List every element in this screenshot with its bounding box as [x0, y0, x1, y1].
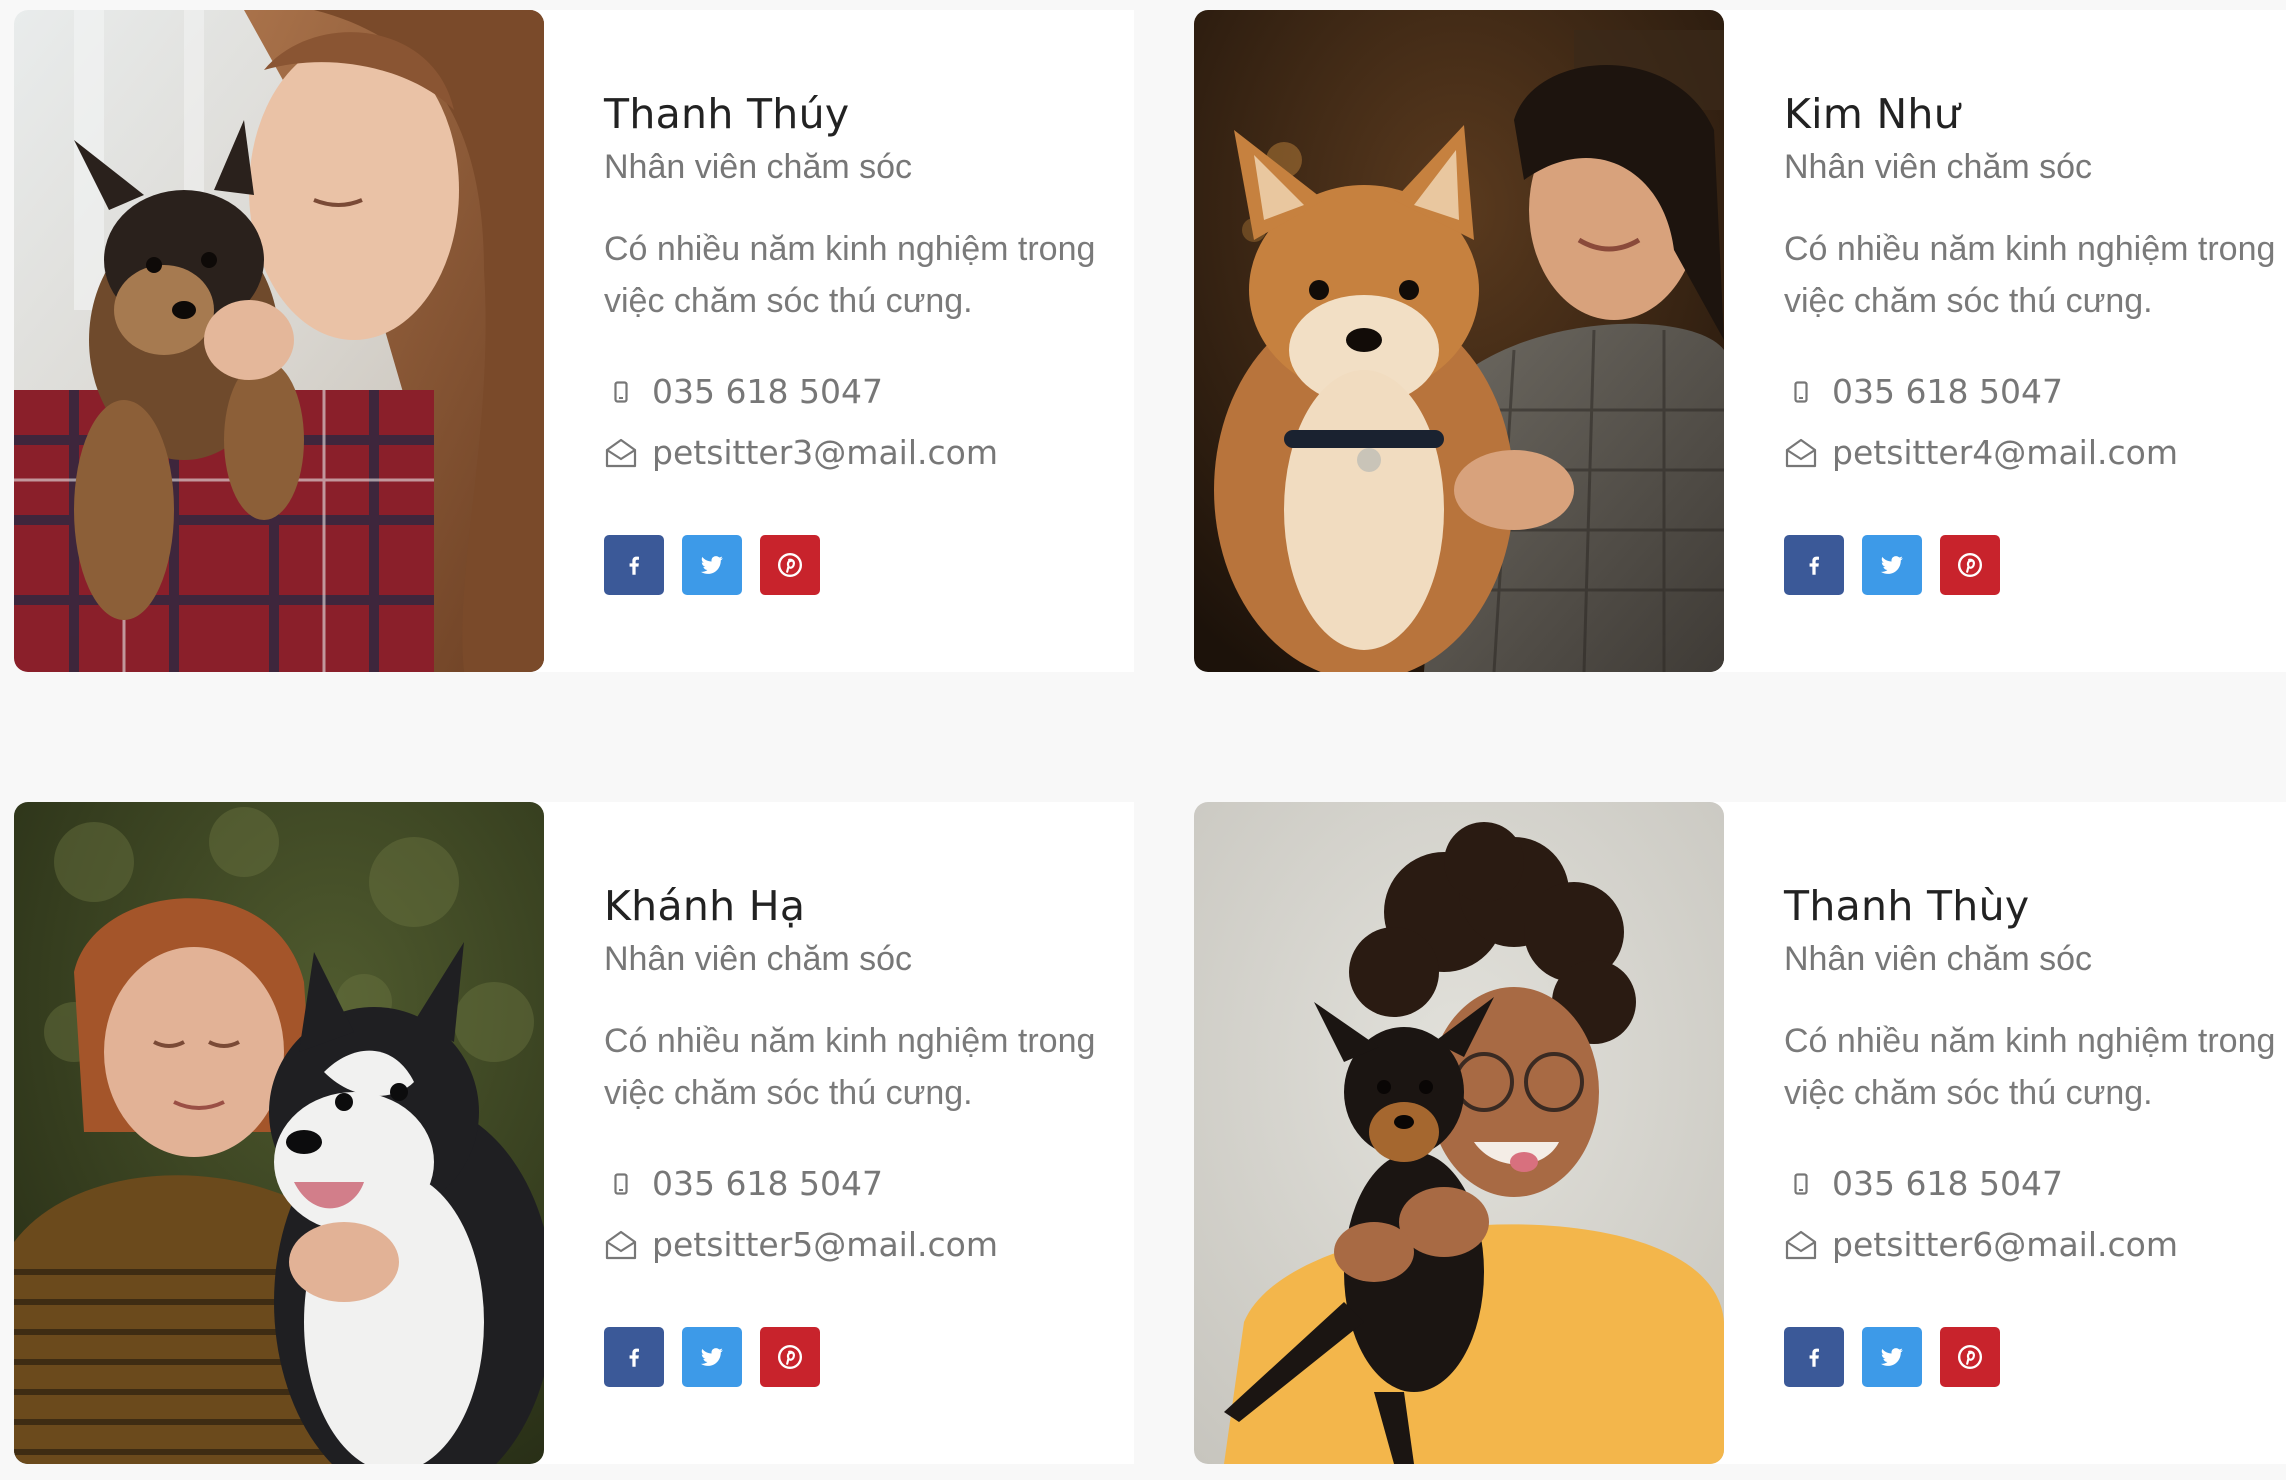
- member-email[interactable]: petsitter5@mail.com: [652, 1225, 998, 1264]
- member-photo: [14, 802, 544, 1464]
- pinterest-button[interactable]: [760, 535, 820, 595]
- open-envelope-icon: [604, 1228, 638, 1262]
- member-description: Có nhiều năm kinh nghiệm trong việc chăm…: [1784, 230, 2276, 320]
- member-email-row: petsitter6@mail.com: [1784, 1225, 2178, 1264]
- member-email-row: petsitter4@mail.com: [1784, 433, 2178, 472]
- twitter-icon: [700, 1348, 723, 1366]
- twitter-button[interactable]: [1862, 535, 1922, 595]
- team-member-card: Khánh Hạ Nhân viên chăm sóc Có nhiều năm…: [14, 802, 1134, 1464]
- twitter-icon: [700, 556, 723, 574]
- twitter-button[interactable]: [682, 535, 742, 595]
- pinterest-button[interactable]: [1940, 1327, 2000, 1387]
- twitter-button[interactable]: [1862, 1327, 1922, 1387]
- member-email-row: petsitter5@mail.com: [604, 1225, 998, 1264]
- mobile-phone-icon: [1784, 1167, 1818, 1201]
- team-member-card: Thanh Thúy Nhân viên chăm sóc Có nhiều n…: [14, 10, 1134, 672]
- member-email[interactable]: petsitter3@mail.com: [652, 433, 998, 472]
- member-name: Thanh Thùy: [1784, 882, 2030, 930]
- member-role: Nhân viên chăm sóc: [604, 148, 913, 186]
- member-description: Có nhiều năm kinh nghiệm trong việc chăm…: [604, 1022, 1096, 1112]
- member-role: Nhân viên chăm sóc: [1784, 940, 2093, 978]
- member-phone-row: 035 618 5047: [1784, 372, 2063, 411]
- pinterest-icon: [1957, 552, 1983, 578]
- twitter-icon: [1880, 556, 1903, 574]
- pinterest-icon: [777, 552, 803, 578]
- facebook-button[interactable]: [604, 535, 664, 595]
- member-phone-row: 035 618 5047: [604, 372, 883, 411]
- open-envelope-icon: [1784, 1228, 1818, 1262]
- mobile-phone-icon: [604, 375, 638, 409]
- mobile-phone-icon: [1784, 375, 1818, 409]
- member-phone-row: 035 618 5047: [604, 1164, 883, 1203]
- team-member-card: Thanh Thùy Nhân viên chăm sóc Có nhiều n…: [1194, 802, 2286, 1464]
- facebook-icon: [1809, 556, 1819, 575]
- pinterest-button[interactable]: [1940, 535, 2000, 595]
- member-name: Kim Như: [1784, 90, 1960, 138]
- member-name: Thanh Thúy: [604, 90, 850, 138]
- member-email[interactable]: petsitter6@mail.com: [1832, 1225, 2178, 1264]
- member-role: Nhân viên chăm sóc: [1784, 148, 2093, 186]
- member-photo: [1194, 10, 1724, 672]
- member-phone[interactable]: 035 618 5047: [652, 1164, 883, 1203]
- social-links: [1784, 1327, 2000, 1387]
- open-envelope-icon: [604, 436, 638, 470]
- pinterest-button[interactable]: [760, 1327, 820, 1387]
- member-phone-row: 035 618 5047: [1784, 1164, 2063, 1203]
- member-email[interactable]: petsitter4@mail.com: [1832, 433, 2178, 472]
- social-links: [1784, 535, 2000, 595]
- member-phone[interactable]: 035 618 5047: [1832, 1164, 2063, 1203]
- member-description: Có nhiều năm kinh nghiệm trong việc chăm…: [604, 230, 1096, 320]
- member-description: Có nhiều năm kinh nghiệm trong việc chăm…: [1784, 1022, 2276, 1112]
- facebook-button[interactable]: [1784, 535, 1844, 595]
- member-photo: [14, 10, 544, 672]
- member-email-row: petsitter3@mail.com: [604, 433, 998, 472]
- member-photo: [1194, 802, 1724, 1464]
- mobile-phone-icon: [604, 1167, 638, 1201]
- facebook-button[interactable]: [1784, 1327, 1844, 1387]
- twitter-icon: [1880, 1348, 1903, 1366]
- facebook-button[interactable]: [604, 1327, 664, 1387]
- facebook-icon: [1809, 1348, 1819, 1367]
- facebook-icon: [629, 556, 639, 575]
- member-phone[interactable]: 035 618 5047: [652, 372, 883, 411]
- social-links: [604, 535, 820, 595]
- pinterest-icon: [777, 1344, 803, 1370]
- member-name: Khánh Hạ: [604, 882, 806, 930]
- facebook-icon: [629, 1348, 639, 1367]
- social-links: [604, 1327, 820, 1387]
- team-member-card: Kim Như Nhân viên chăm sóc Có nhiều năm …: [1194, 10, 2286, 672]
- pinterest-icon: [1957, 1344, 1983, 1370]
- open-envelope-icon: [1784, 436, 1818, 470]
- member-phone[interactable]: 035 618 5047: [1832, 372, 2063, 411]
- member-role: Nhân viên chăm sóc: [604, 940, 913, 978]
- twitter-button[interactable]: [682, 1327, 742, 1387]
